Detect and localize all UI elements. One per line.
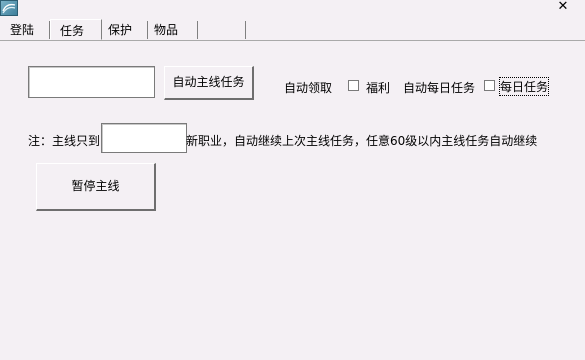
- auto-main-task-label: 自动主线任务: [172, 75, 245, 89]
- note-prefix: 注：主线只到: [28, 134, 101, 148]
- daily-task-checkbox[interactable]: [484, 80, 495, 91]
- tab-tasks[interactable]: 任务: [50, 19, 102, 40]
- tab-items[interactable]: 物品: [148, 21, 198, 39]
- close-icon[interactable]: ✕: [555, 0, 571, 14]
- daily-task-label[interactable]: 每日任务: [498, 77, 550, 96]
- app-icon: [0, 0, 18, 16]
- level-input[interactable]: [101, 123, 187, 153]
- note-suffix: 新职业，自动继续上次主线任务，任意60级以内主线任务自动继续: [186, 134, 538, 148]
- pause-main-button[interactable]: 暂停主线: [36, 163, 156, 211]
- welfare-label[interactable]: 福利: [366, 79, 390, 96]
- main-task-input[interactable]: [28, 66, 155, 98]
- title-bar: ✕: [0, 0, 585, 18]
- tab-strip: 登陆 任务 保护 物品: [0, 19, 585, 41]
- auto-claim-label: 自动领取: [284, 81, 333, 95]
- tab-blank[interactable]: [198, 21, 246, 39]
- auto-main-task-button[interactable]: 自动主线任务: [164, 66, 254, 100]
- tab-protect[interactable]: 保护: [102, 21, 148, 39]
- daily-auto-label: 自动每日任务: [403, 81, 475, 95]
- welfare-checkbox[interactable]: [348, 80, 359, 91]
- pause-main-label: 暂停主线: [71, 179, 120, 193]
- tab-login[interactable]: 登陆: [4, 21, 50, 39]
